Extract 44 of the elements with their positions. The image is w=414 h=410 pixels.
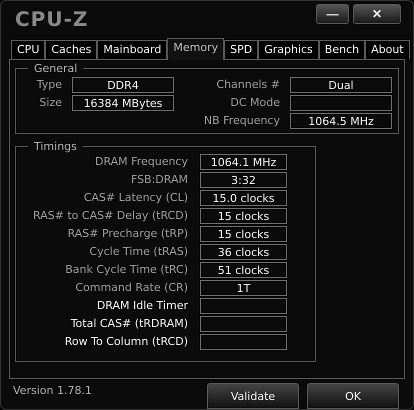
value-field: 51 clocks bbox=[200, 262, 287, 278]
tab[interactable]: About bbox=[365, 40, 410, 59]
value-field: 1T bbox=[200, 280, 287, 296]
value-field: Dual bbox=[290, 76, 392, 93]
value-field: 15 clocks bbox=[200, 226, 287, 242]
field-label: Command Rate (CR) bbox=[74, 281, 188, 294]
field-label: FSB:DRAM bbox=[130, 173, 188, 186]
field-label: Cycle Time (tRAS) bbox=[88, 245, 188, 258]
field-label: DRAM Idle Timer bbox=[96, 299, 188, 312]
group-title: General bbox=[33, 62, 78, 75]
tab[interactable]: Mainboard bbox=[97, 40, 168, 59]
footer-button[interactable]: Validate bbox=[207, 383, 299, 409]
value-field: 1064.5 MHz bbox=[290, 112, 392, 129]
minimize-button[interactable]: — bbox=[316, 4, 349, 24]
value-field: 15 clocks bbox=[200, 208, 287, 224]
window-title: CPU-Z bbox=[15, 6, 88, 31]
field-label: DC Mode bbox=[229, 96, 280, 110]
field-label: Size bbox=[38, 96, 62, 110]
value-field: 3:32 bbox=[200, 172, 287, 188]
field-label: RAS# to CAS# Delay (tRCD) bbox=[32, 209, 188, 222]
field-label: DRAM Frequency bbox=[94, 155, 188, 168]
value-field: 15.0 clocks bbox=[200, 190, 287, 206]
field-label: Channels # bbox=[215, 78, 280, 92]
close-button[interactable]: ✕ bbox=[353, 4, 401, 24]
field-label: Row To Column (tRCD) bbox=[64, 335, 188, 348]
tab[interactable]: Bench bbox=[318, 40, 366, 59]
tab[interactable]: Graphics bbox=[258, 40, 319, 59]
field-label: CAS# Latency (CL) bbox=[82, 191, 188, 204]
field-label: RAS# Precharge (tRP) bbox=[66, 227, 188, 240]
footer-button[interactable]: OK bbox=[307, 383, 399, 409]
value-field: 16384 MBytes bbox=[72, 94, 174, 111]
tab[interactable]: Memory bbox=[167, 38, 224, 60]
tab[interactable]: Caches bbox=[45, 40, 98, 59]
field-label: Type bbox=[36, 78, 62, 92]
field-label: Bank Cycle Time (tRC) bbox=[64, 263, 188, 276]
value-field: DDR4 bbox=[72, 76, 174, 93]
value-field: 1064.1 MHz bbox=[200, 154, 287, 170]
field-label: NB Frequency bbox=[202, 114, 280, 128]
version-text: Version 1.78.1 bbox=[13, 384, 92, 397]
tab[interactable]: CPU bbox=[11, 40, 46, 59]
group-title: Timings bbox=[33, 140, 78, 153]
value-field: 36 clocks bbox=[200, 244, 287, 260]
tab[interactable]: SPD bbox=[224, 40, 258, 59]
field-label: Total CAS# (tRDRAM) bbox=[70, 317, 188, 330]
